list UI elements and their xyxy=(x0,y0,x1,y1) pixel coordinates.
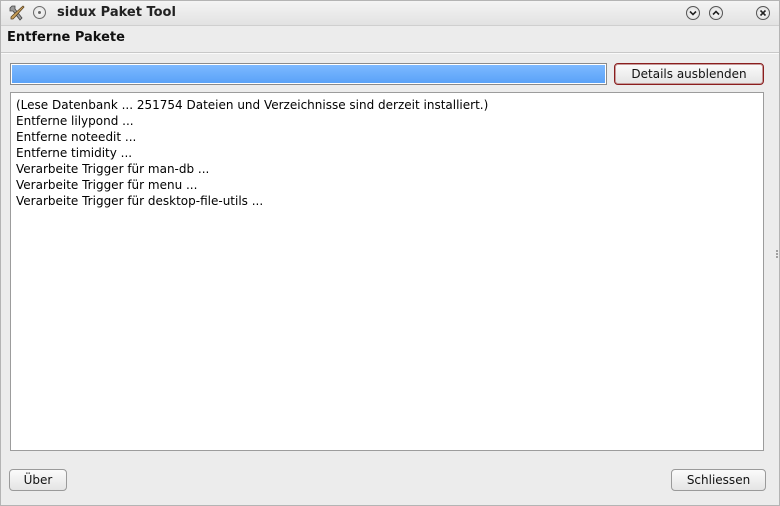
log-line: (Lese Datenbank ... 251754 Dateien und V… xyxy=(16,98,489,112)
log-line: Entferne lilypond ... xyxy=(16,114,134,128)
log-line: Verarbeite Trigger für desktop-file-util… xyxy=(16,194,264,208)
header-divider-highlight xyxy=(1,53,779,54)
log-line: Entferne noteedit ... xyxy=(16,130,137,144)
log-line: Verarbeite Trigger für man-db ... xyxy=(16,162,210,176)
resize-grip[interactable] xyxy=(776,250,778,258)
title-bar[interactable]: sidux Paket Tool xyxy=(1,1,779,26)
page-heading: Entferne Pakete xyxy=(7,30,125,45)
window-title: sidux Paket Tool xyxy=(57,5,176,20)
toggle-details-button[interactable]: Details ausblenden xyxy=(614,63,764,85)
progress-bar xyxy=(10,63,607,85)
log-line: Entferne timidity ... xyxy=(16,146,133,160)
main-window: sidux Paket Tool Entferne Pakete Details… xyxy=(0,0,780,506)
minimize-icon[interactable] xyxy=(686,6,700,20)
maximize-icon[interactable] xyxy=(709,6,723,20)
window-menu-icon[interactable] xyxy=(33,6,46,19)
log-output[interactable]: (Lese Datenbank ... 251754 Dateien und V… xyxy=(10,92,764,451)
log-line: Verarbeite Trigger für menu ... xyxy=(16,178,198,192)
close-button[interactable]: Schliessen xyxy=(671,469,766,491)
tools-icon[interactable] xyxy=(9,5,25,21)
progress-fill xyxy=(12,65,605,83)
about-button[interactable]: Über xyxy=(9,469,67,491)
close-icon[interactable] xyxy=(756,6,770,20)
